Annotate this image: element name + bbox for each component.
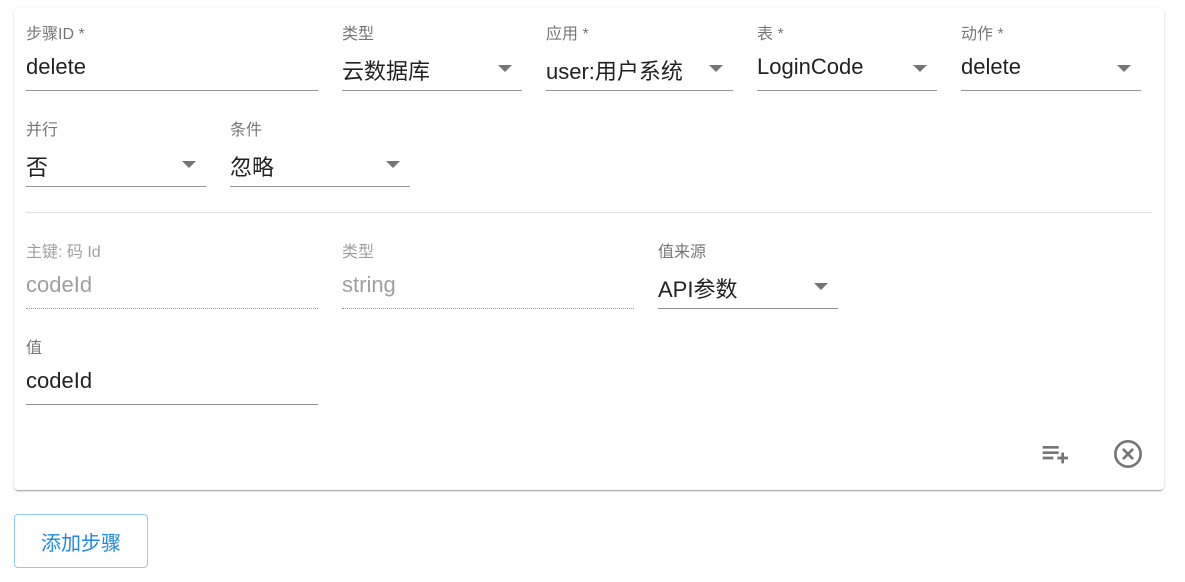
step-id-underline [26, 90, 318, 91]
value-source-value: API参数 [658, 277, 738, 302]
app-select[interactable]: 应用 * user:用户系统 [546, 8, 733, 91]
action-label: 动作 * [961, 26, 1004, 43]
value-field[interactable]: 值 codeId [26, 322, 318, 405]
table-label: 表 * [757, 26, 784, 43]
parallel-underline [26, 186, 206, 187]
step-id-field[interactable]: 步骤ID * delete [26, 8, 318, 91]
step-id-label: 步骤ID * [26, 26, 85, 43]
add-param-button[interactable] [1036, 434, 1076, 474]
dropdown-arrow-icon[interactable] [814, 283, 828, 290]
table-select[interactable]: 表 * LoginCode [757, 8, 937, 91]
dropdown-arrow-icon[interactable] [1117, 65, 1131, 72]
table-underline [757, 90, 937, 91]
parallel-select[interactable]: 并行 否 [26, 104, 206, 187]
primary-key-value: codeId [26, 272, 93, 297]
app-label: 应用 * [546, 26, 589, 43]
dropdown-arrow-icon[interactable] [498, 65, 512, 72]
parallel-value: 否 [26, 155, 49, 180]
dropdown-arrow-icon[interactable] [709, 65, 723, 72]
parallel-label: 并行 [26, 122, 59, 139]
step-id-input[interactable]: delete [26, 54, 86, 80]
type-select[interactable]: 类型 云数据库 [342, 8, 522, 91]
condition-label: 条件 [230, 122, 263, 139]
dropdown-arrow-icon[interactable] [386, 161, 400, 168]
app-underline [546, 90, 733, 91]
action-select[interactable]: 动作 * delete [961, 8, 1141, 91]
add-step-button[interactable]: 添加步骤 [14, 514, 148, 568]
primary-key-label: 主键: 码 Id [26, 244, 101, 261]
type-value: 云数据库 [342, 59, 431, 84]
param-type-value: string [342, 272, 396, 297]
value-source-underline [658, 308, 838, 309]
close-circle-icon [1114, 440, 1142, 468]
value-input[interactable]: codeId [26, 368, 92, 394]
primary-key-field: 主键: 码 Id codeId [26, 226, 318, 309]
condition-select[interactable]: 条件 忽略 [230, 104, 410, 187]
type-underline [342, 90, 522, 91]
type-label: 类型 [342, 26, 375, 43]
primary-key-underline [26, 308, 318, 309]
table-value: LoginCode [757, 54, 864, 79]
action-value: delete [961, 54, 1021, 79]
condition-value: 忽略 [230, 155, 275, 180]
action-underline [961, 90, 1141, 91]
dropdown-arrow-icon[interactable] [913, 65, 927, 72]
step-card: 步骤ID * delete 类型 云数据库 应用 * user:用户系统 表 *… [14, 8, 1164, 490]
param-type-label: 类型 [342, 244, 375, 261]
value-source-select[interactable]: 值来源 API参数 [658, 226, 838, 309]
remove-param-button[interactable] [1108, 434, 1148, 474]
app-value: user:用户系统 [546, 59, 683, 84]
playlist-add-icon [1042, 446, 1068, 464]
param-type-field: 类型 string [342, 226, 634, 309]
value-underline [26, 404, 318, 405]
dropdown-arrow-icon[interactable] [182, 161, 196, 168]
value-source-label: 值来源 [658, 244, 707, 261]
param-type-underline [342, 308, 634, 309]
value-label: 值 [26, 340, 43, 357]
condition-underline [230, 186, 410, 187]
section-divider [26, 212, 1152, 213]
